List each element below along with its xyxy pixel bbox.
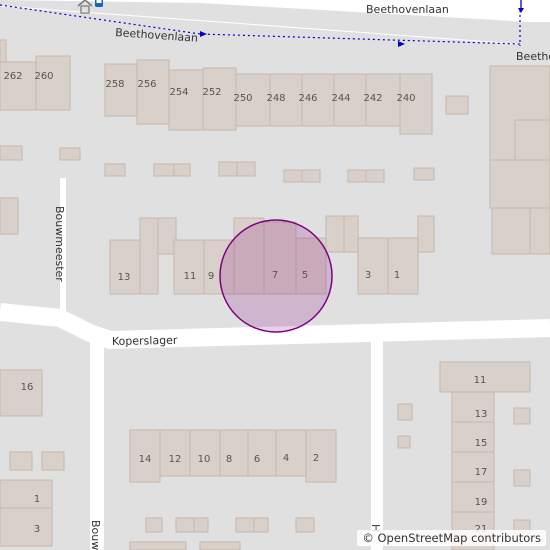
house-number: 248 — [266, 93, 285, 104]
house-number: 13 — [475, 409, 488, 420]
street-label-koperslager: Koperslager — [112, 334, 178, 348]
house-number: 1 — [394, 270, 400, 281]
house-number: 6 — [254, 454, 260, 465]
house-number: 19 — [475, 497, 488, 508]
house-number: 252 — [202, 87, 221, 98]
house-number: 3 — [34, 524, 40, 535]
house-number: 250 — [233, 93, 252, 104]
map-canvas[interactable]: 262 260 258 256 254 252 250 248 246 244 … — [0, 0, 550, 550]
house-number: 11 — [474, 375, 487, 386]
map-attribution[interactable]: © OpenStreetMap contributors — [357, 530, 546, 546]
house-number: 256 — [137, 79, 156, 90]
house-number: 244 — [331, 93, 350, 104]
house-number: 9 — [208, 271, 214, 282]
house-number: 4 — [283, 453, 289, 464]
attribution-text: © OpenStreetMap contributors — [362, 531, 541, 545]
house-number: 258 — [105, 79, 124, 90]
street-label-beethovenlaan-right: Beetho — [516, 50, 550, 63]
house-number: 15 — [475, 438, 488, 449]
house-number: 1 — [34, 494, 40, 505]
street-label-bouwmeester: Bouwmeester — [53, 206, 66, 282]
house-number: 7 — [272, 270, 278, 281]
street-label-beethovenlaan-top: Beethovenlaan — [366, 3, 449, 16]
house-number: 11 — [184, 271, 197, 282]
house-number: 8 — [226, 454, 232, 465]
house-number: 12 — [169, 454, 182, 465]
house-number: 10 — [198, 454, 211, 465]
house-number: 254 — [169, 87, 188, 98]
house-number: 13 — [118, 272, 131, 283]
house-number: 240 — [396, 93, 415, 104]
house-number: 2 — [313, 453, 319, 464]
house-number: 5 — [302, 270, 308, 281]
house-number: 260 — [34, 71, 53, 82]
house-number: 242 — [363, 93, 382, 104]
house-number: 262 — [3, 71, 22, 82]
street-label-bouw: Bouw — [89, 520, 102, 550]
house-number: 246 — [298, 93, 317, 104]
bus-stop-icon[interactable] — [95, 0, 103, 7]
house-number: 17 — [475, 467, 488, 478]
house-number: 16 — [21, 382, 34, 393]
house-number: 14 — [139, 454, 152, 465]
house-number: 3 — [365, 270, 371, 281]
